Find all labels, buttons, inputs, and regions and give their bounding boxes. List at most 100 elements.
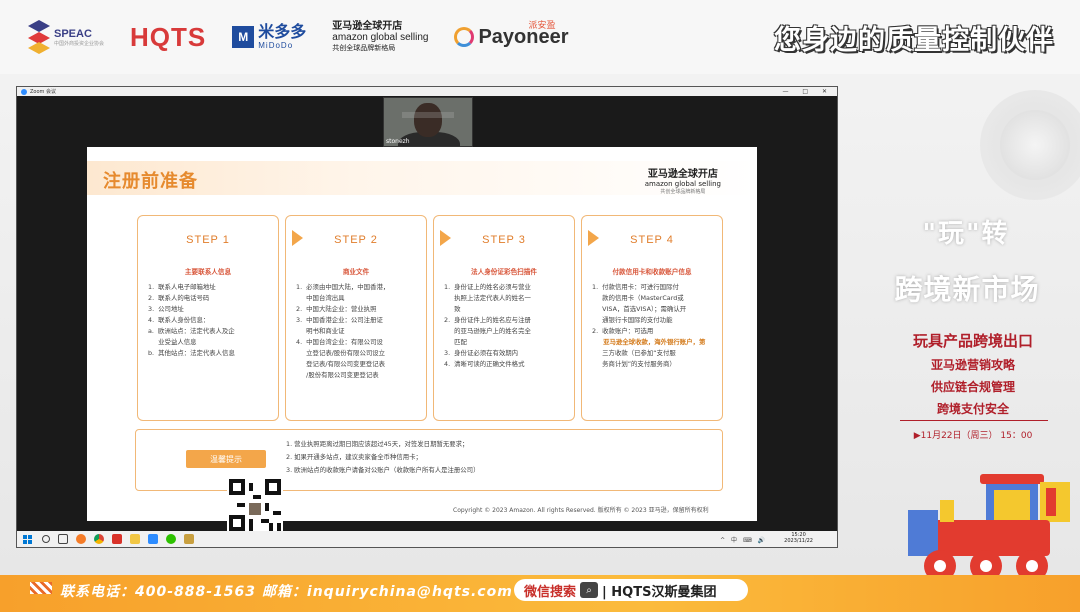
step-item: 4. 中国台湾企业：有限公司设 [296, 338, 383, 346]
step-items: 1. 必须由中国大陆，中国香港， 中国台湾出具 2. 中国大陆企业：营业执照 3… [296, 282, 420, 381]
promo-line: 亚马逊营销攻略 [930, 358, 1015, 372]
sponsor-logos: SPEAC 中国外商投资企业协会 HQTS M 米多多 MiDoDo 亚马逊全球… [28, 14, 569, 60]
explorer-icon[interactable] [130, 534, 140, 544]
taskbar-date: 2023/11/22 [784, 538, 813, 544]
amazon-global-logo: 亚马逊全球开店 amazon global selling 共创全球品牌新格局 [332, 21, 428, 54]
qr-code [227, 477, 283, 533]
step-item: 立登记表/股份有限公司设立 [296, 349, 386, 357]
search-icon[interactable] [42, 535, 50, 543]
app-icon[interactable] [184, 534, 194, 544]
step-item: 务商计划”的支付服务商） [592, 360, 676, 368]
checkered-flag-icon [30, 582, 52, 594]
slide-logo-sub: 共创全球品牌新格局 [660, 189, 706, 195]
step-subtitle: 商业文件 [342, 268, 370, 276]
step-item: 致 [444, 305, 461, 313]
step-item: 3. 公司地址 [148, 305, 184, 313]
slide-title: 注册前准备 [103, 171, 198, 192]
promo-divider [900, 420, 1048, 421]
tip-item: 3. 欧洲站点的收款账户请备对公账户（收款账户所有人是注册公司） [286, 466, 480, 474]
midodo-logo: M 米多多 MiDoDo [232, 23, 307, 50]
step-item: 中国台湾出具 [296, 294, 345, 302]
step-heading: STEP 2 [334, 234, 378, 246]
hqts-name: HQTS [130, 21, 207, 52]
firefox-icon[interactable] [76, 534, 86, 544]
participant-name: stonezh [386, 138, 410, 145]
contact-info: 联系电话：400-888-1563 邮箱：inquirychina@hqts.c… [60, 584, 513, 600]
wechat-icon[interactable] [166, 534, 176, 544]
amazon-subtitle: 共创全球品牌新格局 [332, 44, 396, 52]
group-name: | HQTS汉斯曼集团 [602, 584, 717, 600]
step-item: /股份有限公司变更登记表 [296, 371, 379, 379]
toy-train-icon [908, 474, 1070, 582]
windows-taskbar: ^ 中 ⌨ 🔊 15:20 2023/11/22 [17, 531, 837, 547]
header-slogan: 您身边的质量控制伙伴 [774, 25, 1054, 56]
step-items: 1. 身份证上的姓名必须与营业 执照上法定代表人的姓名一 致 2. 身份证件上的… [444, 282, 568, 370]
step-item: 执照上法定代表人的姓名一 [444, 294, 531, 302]
step-card-4: STEP 4 付款信用卡和收款账户信息 1. 付款信用卡：可进行国际付 款的信用… [581, 215, 723, 421]
system-tray[interactable]: ^ 中 ⌨ 🔊 [720, 535, 767, 544]
step-item: 1. 付款信用卡：可进行国际付 [592, 283, 679, 291]
speac-logo: SPEAC 中国外商投资企业协会 [28, 20, 104, 54]
tips-label: 温馨提示 [186, 450, 266, 468]
zoom-window[interactable]: Zoom 会议 — □ ✕ stonezh 注册前准备 亚马逊全球开店 amaz… [16, 86, 838, 548]
step-item: b. 其他站点：法定代表人信息 [148, 349, 235, 357]
speac-emblem-icon [28, 20, 50, 54]
wechat-search-label: 微信搜索 [524, 584, 577, 600]
decor-circle [1000, 110, 1070, 180]
payoneer-ring-icon [454, 27, 475, 47]
zoom-logo-icon [21, 88, 27, 95]
tip-item: 1. 营业执照距离过期日期应该超过45天，对签发日期暂无要求； [286, 440, 469, 448]
step-item: 3. 中国香港企业：公司注册证 [296, 316, 383, 324]
step-card-1: STEP 1 主要联系人信息 1. 联系人电子邮箱地址 2. 联系人的电话号码 … [137, 215, 279, 421]
midodo-name: 米多多 [258, 23, 307, 41]
promo-line: 供应链合规管理 [930, 380, 1015, 394]
step-item: 2. 联系人的电话号码 [148, 294, 210, 302]
tips-list: 1. 营业执照距离过期日期应该超过45天，对签发日期暂无要求； 2. 如果开通多… [286, 438, 479, 477]
participant-video[interactable]: stonezh [383, 97, 473, 147]
slide-logo-en: amazon global selling [644, 180, 721, 188]
step-heading: STEP 4 [630, 234, 674, 246]
zoom-title: Zoom 会议 [30, 89, 57, 95]
step-item: VISA，首选VISA）；需确认开 [592, 305, 687, 313]
step-item: 三方收款（已参加“支付服 [592, 349, 676, 357]
step-item: 4. 联系人身份信息： [148, 316, 210, 324]
chrome-icon[interactable] [94, 534, 104, 544]
promo-title-play: "玩"转 [922, 219, 1010, 249]
step-item: 匹配 [444, 338, 467, 346]
step-item: a. 欧洲站点：法定代表人及企 [148, 327, 235, 335]
window-controls[interactable]: — □ ✕ [782, 88, 833, 95]
step-items: 1. 联系人电子邮箱地址 2. 联系人的电话号码 3. 公司地址 4. 联系人身… [148, 282, 272, 359]
step-item: 2. 中国大陆企业：营业执照 [296, 305, 377, 313]
step-item: 的亚马逊账户上的姓名完全 [444, 327, 531, 335]
step-item: 通银行卡国际的支付功能 [592, 316, 673, 324]
hqts-logo: HQTS [130, 22, 206, 53]
participant-head [414, 103, 442, 137]
amazon-en-name: amazon global selling [332, 31, 429, 43]
search-icon: ⌕ [580, 582, 599, 598]
windows-start-icon[interactable] [23, 534, 32, 544]
step-items: 1. 付款信用卡：可进行国际付 款的信用卡（MasterCard或 VISA，首… [592, 282, 716, 370]
zoom-app-icon[interactable] [148, 534, 158, 544]
step-subtitle: 付款信用卡和收款账户信息 [612, 268, 692, 276]
promo-time: ▶11月22日（周三） 15：00 [913, 431, 1033, 441]
step-item: 2. 身份证件上的姓名应与注册 [444, 316, 531, 324]
wps-icon[interactable] [112, 534, 122, 544]
zoom-titlebar[interactable]: Zoom 会议 — □ ✕ [17, 87, 837, 96]
step-subtitle: 主要联系人信息 [184, 268, 232, 276]
step-item: 2. 收款账户：可选用 [592, 327, 654, 335]
speac-subtitle: 中国外商投资企业协会 [54, 40, 105, 47]
contact-banner: 联系电话：400-888-1563 邮箱：inquirychina@hqts.c… [0, 575, 1080, 612]
wechat-search-pill: 微信搜索 ⌕ | HQTS汉斯曼集团 [514, 579, 748, 601]
payoneer-logo: Payoneer 派安盈 [454, 20, 569, 49]
speac-name: SPEAC [54, 27, 92, 40]
step-item: 3. 身份证必须在有效期内 [444, 349, 519, 357]
step-card-3: STEP 3 法人身份证彩色扫描件 1. 身份证上的姓名必须与营业 执照上法定代… [433, 215, 575, 421]
task-view-icon[interactable] [58, 534, 68, 544]
step-item: 业受益人信息 [148, 338, 197, 346]
taskbar-clock[interactable]: 15:20 2023/11/22 [784, 532, 813, 544]
step-item: 登记表/有限公司变更登记表 [296, 360, 386, 368]
step-item: 1. 联系人电子邮箱地址 [148, 283, 216, 291]
step-item: 1. 身份证上的姓名必须与营业 [444, 283, 531, 291]
midodo-subtitle: MiDoDo [258, 40, 294, 50]
step-item: 1. 必须由中国大陆，中国香港， [296, 283, 390, 291]
